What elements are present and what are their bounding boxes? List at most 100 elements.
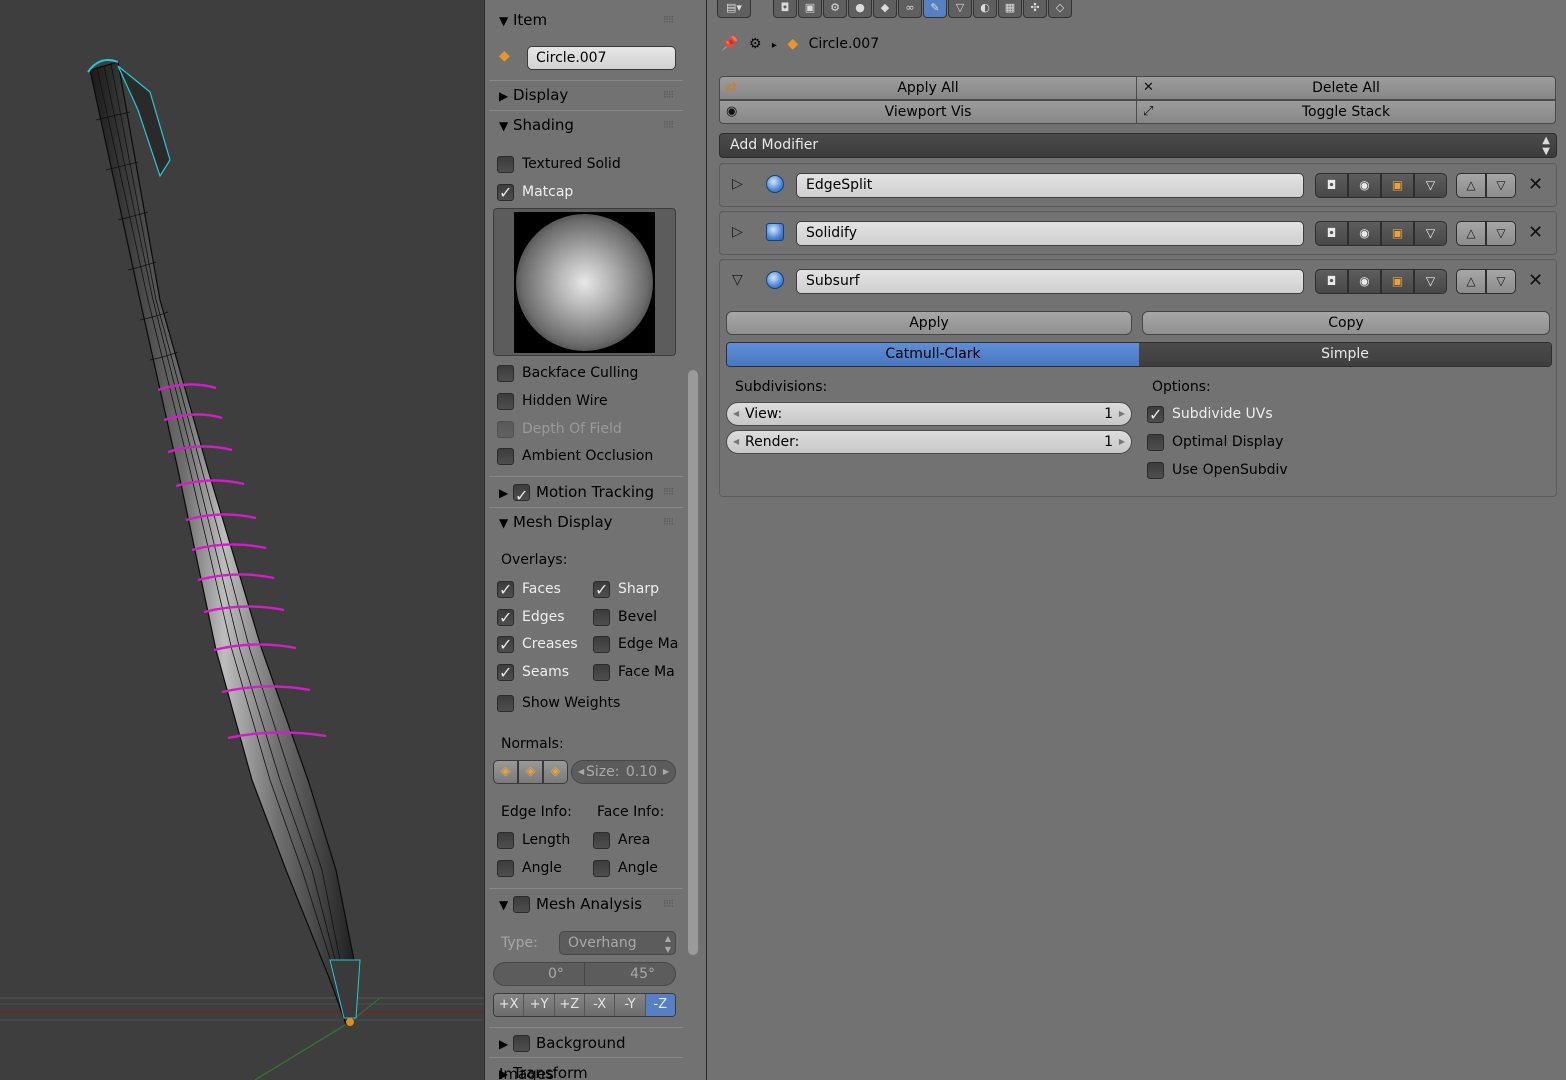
move-down-icon[interactable]: ▽ [1486, 221, 1516, 246]
transform-orientations-panel-header[interactable]: ▶ Transform Orientations [489, 1058, 683, 1080]
modifiers-wrench-tab-icon[interactable]: ✎ [923, 0, 947, 18]
apply-all-button[interactable]: ⇄ Apply All [719, 76, 1137, 100]
apply-button[interactable]: Apply [726, 311, 1132, 335]
physics-tab-icon[interactable]: ◇ [1048, 0, 1072, 18]
decrement-arrow-icon[interactable]: ◀ [733, 431, 739, 453]
collapse-triangle-icon[interactable]: ▽ [732, 272, 746, 288]
cage-vertex-icon[interactable]: ▽ [1414, 221, 1447, 246]
drag-grip-icon[interactable]: ⁝⁝⁝⁝ [663, 477, 674, 507]
face-normals-icon[interactable]: ◈ [543, 760, 568, 784]
creases-checkbox[interactable]: Creases [497, 632, 578, 657]
item-panel-header[interactable]: ▼ Item ⁝⁝⁝⁝ [489, 5, 683, 35]
move-down-icon[interactable]: ▽ [1486, 269, 1516, 294]
min-angle-value[interactable]: 0° [548, 963, 564, 985]
display-panel-header[interactable]: ▶ Display ⁝⁝⁝⁝ [489, 80, 683, 110]
face-marks-checkbox[interactable]: Face Ma [593, 660, 675, 684]
decrement-arrow-icon[interactable]: ◀ [578, 761, 584, 783]
bevel-checkbox[interactable]: Bevel [593, 605, 657, 629]
remove-modifier-close-icon[interactable]: ✕ [1528, 222, 1543, 243]
drag-grip-icon[interactable]: ⁝⁝⁝⁝ [663, 889, 674, 919]
hidden-wire-checkbox[interactable]: Hidden Wire [497, 389, 608, 413]
edge-angle-checkbox[interactable]: Angle [497, 856, 562, 880]
optimal-display-checkbox[interactable]: Optimal Display [1147, 430, 1283, 454]
matcap-preview[interactable] [493, 208, 676, 356]
axis-minus-y-button[interactable]: -Y [615, 994, 646, 1016]
scene-tab-icon[interactable]: ⚙ [823, 0, 847, 18]
move-down-icon[interactable]: ▽ [1486, 173, 1516, 198]
mesh-analysis-panel-header[interactable]: ▼ Mesh Analysis ⁝⁝⁝⁝ [489, 889, 683, 919]
expand-triangle-icon[interactable]: ▷ [732, 224, 746, 240]
render-camera-icon[interactable]: ◘ [1315, 173, 1348, 198]
axis-minus-z-button[interactable]: -Z [645, 994, 675, 1016]
decrement-arrow-icon[interactable]: ◀ [733, 403, 739, 425]
panel-scrollbar[interactable] [688, 370, 698, 955]
drag-grip-icon[interactable]: ⁝⁝⁝⁝ [663, 110, 674, 140]
pin-icon[interactable]: 📌 [721, 36, 738, 52]
normals-size-field[interactable]: ◀ Size: 0.10 ▶ [571, 760, 676, 784]
move-up-icon[interactable]: △ [1456, 269, 1486, 294]
analysis-type-dropdown[interactable]: Overhang ▲ ▼ [559, 931, 676, 955]
object-tab-icon[interactable]: ◆ [873, 0, 897, 18]
checkbox-checked-icon[interactable] [513, 481, 530, 511]
3d-viewport[interactable] [0, 0, 484, 1080]
shading-panel-header[interactable]: ▼ Shading ⁝⁝⁝⁝ [489, 110, 683, 140]
view-levels-field[interactable]: ◀ View: 1 ▶ [726, 402, 1132, 426]
edit-mode-icon[interactable]: ▣ [1381, 221, 1414, 246]
vertex-normals-icon[interactable]: ◈ [493, 760, 518, 784]
edge-length-checkbox[interactable]: Length [497, 828, 570, 852]
edges-checkbox[interactable]: Edges [497, 605, 565, 630]
axis-plus-x-button[interactable]: +X [494, 994, 525, 1016]
drag-grip-icon[interactable]: ⁝⁝⁝⁝ [663, 80, 674, 110]
move-up-icon[interactable]: △ [1456, 173, 1486, 198]
cage-vertex-icon[interactable]: ▽ [1414, 269, 1447, 294]
render-camera-icon[interactable]: ◘ [1315, 269, 1348, 294]
object-name-field[interactable]: Circle.007 [527, 46, 676, 70]
seams-checkbox[interactable]: Seams [497, 660, 569, 685]
remove-modifier-close-icon[interactable]: ✕ [1528, 270, 1543, 291]
viewport-eye-icon[interactable]: ◉ [1348, 221, 1381, 246]
matcap-checkbox[interactable]: Matcap [497, 180, 573, 205]
textured-solid-checkbox[interactable]: Textured Solid [497, 152, 621, 176]
backface-culling-checkbox[interactable]: Backface Culling [497, 361, 638, 385]
edit-mode-icon[interactable]: ▣ [1381, 173, 1414, 198]
world-tab-icon[interactable]: ● [848, 0, 872, 18]
face-angle-checkbox[interactable]: Angle [593, 856, 658, 880]
remove-modifier-close-icon[interactable]: ✕ [1528, 174, 1543, 195]
subdivide-uvs-checkbox[interactable]: Subdivide UVs [1147, 402, 1273, 427]
use-opensubdiv-checkbox[interactable]: Use OpenSubdiv [1147, 458, 1288, 482]
axis-minus-x-button[interactable]: -X [584, 994, 616, 1016]
drag-grip-icon[interactable]: ⁝⁝⁝⁝ [663, 507, 674, 537]
faces-checkbox[interactable]: Faces [497, 577, 561, 602]
increment-arrow-icon[interactable]: ▶ [1119, 403, 1125, 425]
move-up-icon[interactable]: △ [1456, 221, 1486, 246]
modifier-name-field[interactable]: Solidify [796, 221, 1304, 246]
show-weights-checkbox[interactable]: Show Weights [497, 691, 620, 715]
modifier-name-field[interactable]: EdgeSplit [796, 173, 1304, 198]
ambient-occlusion-checkbox[interactable]: Ambient Occlusion [497, 444, 653, 468]
expand-triangle-icon[interactable]: ▷ [732, 176, 746, 192]
constraints-tab-icon[interactable]: ∞ [898, 0, 922, 18]
delete-all-button[interactable]: ✕ Delete All [1136, 76, 1556, 100]
material-tab-icon[interactable]: ◐ [973, 0, 997, 18]
sharp-checkbox[interactable]: Sharp [593, 577, 659, 602]
particles-tab-icon[interactable]: ✣ [1023, 0, 1047, 18]
cage-vertex-icon[interactable]: ▽ [1414, 173, 1447, 198]
mesh-display-panel-header[interactable]: ▼ Mesh Display ⁝⁝⁝⁝ [489, 507, 683, 537]
axis-plus-y-button[interactable]: +Y [524, 994, 555, 1016]
drag-grip-icon[interactable]: ⁝⁝⁝⁝ [663, 5, 674, 35]
render-camera-icon[interactable]: ◘ [1315, 221, 1348, 246]
modifier-name-field[interactable]: Subsurf [796, 269, 1304, 294]
editor-type-icon[interactable]: ▤▾ [717, 0, 751, 18]
axis-plus-z-button[interactable]: +Z [554, 994, 585, 1016]
render-levels-field[interactable]: ◀ Render: 1 ▶ [726, 430, 1132, 454]
increment-arrow-icon[interactable]: ▶ [663, 761, 669, 783]
viewport-vis-button[interactable]: ◉ Viewport Vis [719, 100, 1137, 124]
max-angle-value[interactable]: 45° [630, 963, 655, 985]
catmull-clark-option[interactable]: Catmull-Clark [727, 343, 1139, 366]
texture-tab-icon[interactable]: ▦ [998, 0, 1022, 18]
copy-button[interactable]: Copy [1142, 311, 1550, 335]
loop-normals-icon[interactable]: ◈ [518, 760, 543, 784]
face-area-checkbox[interactable]: Area [593, 828, 650, 852]
analysis-angle-range[interactable]: 0° 45° [493, 962, 676, 986]
edge-marks-checkbox[interactable]: Edge Ma [593, 632, 678, 656]
